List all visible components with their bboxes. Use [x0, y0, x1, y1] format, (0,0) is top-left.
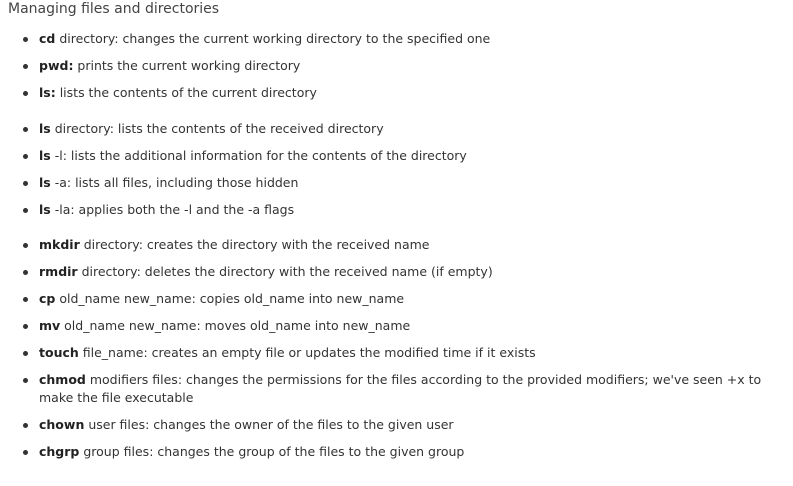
command-name: cd	[39, 31, 56, 46]
command-description: : applies both the -l and the -a flags	[70, 202, 295, 217]
command-name: touch	[39, 345, 79, 360]
command-description: : lists all files, including those hidde…	[66, 175, 299, 190]
command-description: : deletes the directory with the receive…	[136, 264, 493, 279]
command-args: old_name new_name	[60, 318, 197, 333]
command-name: chown	[39, 417, 85, 432]
command-name: ls	[39, 202, 51, 217]
command-name: mv	[39, 318, 61, 333]
command-name: pwd:	[39, 58, 74, 73]
list-item-chmod: chmod modifiers files: changes the permi…	[23, 371, 769, 407]
command-name: rmdir	[39, 264, 78, 279]
list-item-mkdir: mkdir directory: creates the directory w…	[23, 236, 769, 254]
command-name: ls	[39, 175, 51, 190]
list-item-cp: cp old_name new_name: copies old_name in…	[23, 290, 769, 308]
command-args: modifiers files	[85, 372, 178, 387]
list-item-chgrp: chgrp group files: changes the group of …	[23, 443, 769, 461]
command-name: chgrp	[39, 444, 80, 459]
command-args: -la	[50, 202, 71, 217]
list-item-touch: touch file_name: creates an empty file o…	[23, 344, 769, 362]
command-args: directory	[55, 31, 115, 46]
list-item-cd: cd directory: changes the current workin…	[23, 30, 769, 48]
list-item-ls: ls: lists the contents of the current di…	[23, 84, 769, 102]
command-name: mkdir	[39, 237, 80, 252]
command-name: ls	[39, 121, 51, 136]
list-item-mv: mv old_name new_name: moves old_name int…	[23, 317, 769, 335]
command-name: chmod	[39, 372, 86, 387]
command-args: directory	[77, 264, 137, 279]
command-description: : moves old_name into new_name	[196, 318, 411, 333]
command-args: user files	[84, 417, 146, 432]
command-description: : creates the directory with the receive…	[138, 237, 430, 252]
command-args: -l	[50, 148, 63, 163]
list-item-ls-l: ls -l: lists the additional information …	[23, 147, 769, 165]
command-description: : changes the current working directory …	[114, 31, 491, 46]
command-description: prints the current working directory	[73, 58, 301, 73]
command-name: ls	[39, 148, 51, 163]
command-args: directory	[50, 121, 110, 136]
command-description: : lists the additional information for t…	[62, 148, 467, 163]
list-item-ls-la: ls -la: applies both the -l and the -a f…	[23, 201, 769, 219]
command-name: cp	[39, 291, 56, 306]
command-args: file_name	[78, 345, 144, 360]
command-args: old_name new_name	[55, 291, 192, 306]
list-item-chown: chown user files: changes the owner of t…	[23, 416, 769, 434]
command-description: : changes the owner of the files to the …	[145, 417, 454, 432]
command-description: : changes the group of the files to the …	[149, 444, 465, 459]
command-args: group files	[79, 444, 150, 459]
command-description: : copies old_name into new_name	[191, 291, 405, 306]
command-args: -a	[50, 175, 67, 190]
command-args: directory	[79, 237, 139, 252]
list-item-ls-directory: ls directory: lists the contents of the …	[23, 120, 769, 138]
list-item-pwd: pwd: prints the current working director…	[23, 57, 769, 75]
list-item-ls-a: ls -a: lists all files, including those …	[23, 174, 769, 192]
list-item-rmdir: rmdir directory: deletes the directory w…	[23, 263, 769, 281]
command-description: : lists the contents of the received dir…	[109, 121, 384, 136]
command-description: lists the contents of the current direct…	[55, 85, 317, 100]
command-description: : creates an empty file or updates the m…	[143, 345, 536, 360]
page-title: Managing files and directories	[8, 1, 220, 17]
command-name: ls:	[39, 85, 56, 100]
